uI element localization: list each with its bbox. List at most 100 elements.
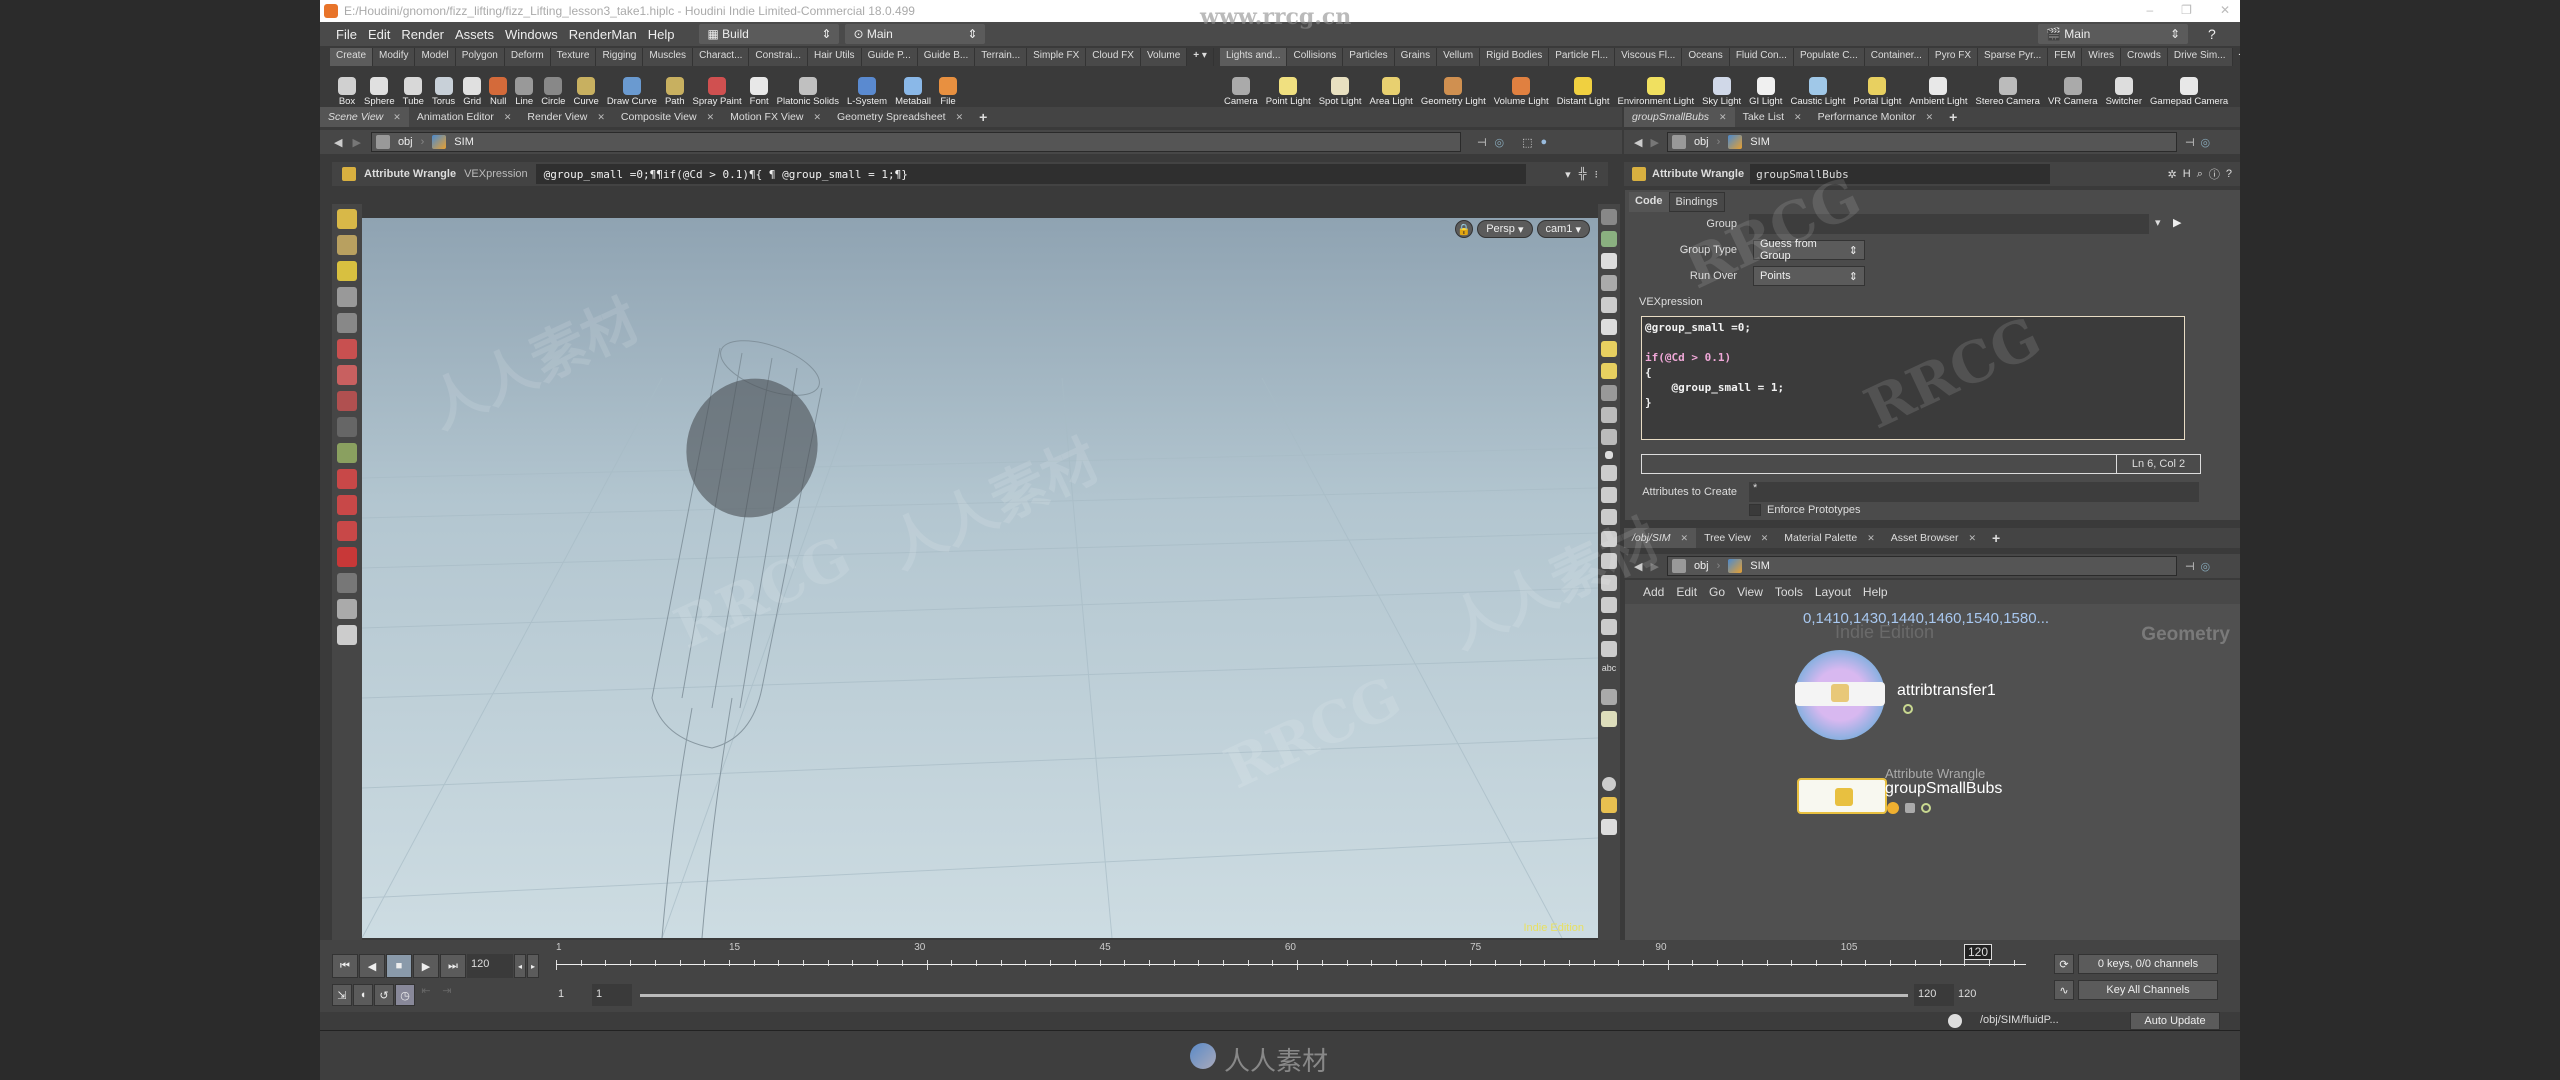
run-over-select[interactable]: Points ⇕ bbox=[1753, 266, 1865, 286]
shelf-tab[interactable]: Terrain... bbox=[975, 48, 1028, 66]
shelf-tool[interactable]: Draw Curve bbox=[603, 66, 661, 106]
grid-display-icon[interactable] bbox=[1601, 641, 1617, 657]
gear-icon[interactable]: ✲ bbox=[2168, 168, 2177, 181]
path-field[interactable]: obj › SIM bbox=[1666, 556, 2177, 576]
render-icon[interactable] bbox=[337, 625, 357, 645]
help-icon[interactable]: ? bbox=[2226, 168, 2232, 180]
help-h-icon[interactable]: H bbox=[2183, 168, 2191, 180]
shelf-tool[interactable]: Sky Light bbox=[1698, 66, 1745, 106]
add-shelf-tab-icon[interactable]: + ▾ bbox=[2232, 48, 2240, 66]
path-field[interactable]: obj › SIM bbox=[370, 132, 1461, 152]
stop-button[interactable]: ■ bbox=[386, 954, 412, 978]
network-menu-go[interactable]: Go bbox=[1709, 585, 1725, 599]
view-mode-button[interactable]: Persp ▾ bbox=[1477, 220, 1533, 238]
current-frame-marker[interactable]: 120 bbox=[1964, 944, 1993, 960]
shelf-tool[interactable]: Torus bbox=[428, 66, 459, 106]
pane-tab[interactable]: groupSmallBubs ✕ bbox=[1624, 107, 1735, 127]
vex-code-editor[interactable]: @group_small =0; if(@Cd > 0.1) { @group_sm… bbox=[1641, 316, 2185, 440]
shelf-tab[interactable]: Oceans bbox=[1682, 48, 1730, 66]
view-tool-icon[interactable] bbox=[337, 287, 357, 307]
wire-shaded-icon[interactable] bbox=[1601, 407, 1617, 423]
shelf-tab[interactable]: Rigid Bodies bbox=[1480, 48, 1550, 66]
shelf-tool[interactable]: Camera bbox=[1220, 66, 1262, 106]
snap-grid-icon[interactable] bbox=[337, 469, 357, 489]
prim-number-icon[interactable] bbox=[1601, 553, 1617, 569]
select-arrow-icon[interactable]: ▶ bbox=[2173, 216, 2181, 229]
range-end[interactable]: 120 bbox=[1958, 988, 1976, 1000]
vertex-display-icon[interactable] bbox=[1601, 487, 1617, 503]
maximize-button[interactable]: ❐ bbox=[2181, 3, 2192, 17]
handles-icon[interactable]: ⁝ bbox=[1595, 168, 1599, 181]
pane-tab[interactable]: Material Palette ✕ bbox=[1776, 528, 1883, 548]
pane-tab[interactable]: Performance Monitor ✕ bbox=[1810, 107, 1942, 127]
snap-point-icon[interactable] bbox=[337, 521, 357, 541]
path-field[interactable]: obj › SIM bbox=[1666, 132, 2177, 152]
shelf-tool[interactable]: Line bbox=[511, 66, 537, 106]
prim-normal-icon[interactable] bbox=[1601, 531, 1617, 547]
lock-icon[interactable] bbox=[337, 313, 357, 333]
vexpression-inline-field[interactable]: @group_small =0;¶¶if(@Cd > 0.1)¶{ ¶ @gro… bbox=[535, 164, 1526, 184]
pane-tab[interactable]: Tree View ✕ bbox=[1696, 528, 1776, 548]
key-mode-select[interactable]: Key All Channels bbox=[2078, 980, 2218, 1000]
shelf-tool[interactable]: Curve bbox=[569, 66, 602, 106]
shelf-tab[interactable]: Rigging bbox=[596, 48, 644, 66]
shelf-tab[interactable]: Vellum bbox=[1437, 48, 1481, 66]
lock-camera-icon[interactable]: 🔒 bbox=[1455, 220, 1474, 238]
step-forward-button[interactable]: ▸ bbox=[527, 954, 539, 978]
path-root[interactable]: obj bbox=[1694, 560, 1709, 572]
visibility-eye-icon[interactable] bbox=[1601, 819, 1617, 835]
shelf-tab[interactable]: Crowds bbox=[2120, 48, 2168, 66]
network-menu-add[interactable]: Add bbox=[1643, 585, 1664, 599]
profile-icon[interactable] bbox=[1601, 575, 1617, 591]
close-button[interactable]: ✕ bbox=[2220, 3, 2230, 17]
shelf-tool[interactable]: File bbox=[935, 66, 961, 106]
shelf-tab[interactable]: Grains bbox=[1394, 48, 1438, 66]
info-icon[interactable] bbox=[1602, 777, 1616, 791]
shelf-tab[interactable]: Volume bbox=[1140, 48, 1188, 66]
loop-icon[interactable]: ↺ bbox=[374, 984, 394, 1006]
path-node[interactable]: SIM bbox=[1750, 560, 1770, 572]
shelf-tab[interactable]: Fluid Con... bbox=[1729, 48, 1794, 66]
close-tab-icon[interactable]: ✕ bbox=[1761, 533, 1769, 544]
forward-arrow-icon[interactable]: ▶ bbox=[1650, 560, 1658, 573]
origin-icon[interactable] bbox=[1601, 619, 1617, 635]
group-field[interactable] bbox=[1749, 214, 2149, 234]
flipbook-icon[interactable] bbox=[1601, 711, 1617, 727]
take-select[interactable]: 🎬 Main ⇕ bbox=[2038, 24, 2188, 44]
shelf-tool[interactable]: Caustic Light bbox=[1786, 66, 1849, 106]
forward-arrow-icon[interactable]: ▶ bbox=[1650, 136, 1658, 149]
shelf-tool[interactable]: Circle bbox=[537, 66, 569, 106]
move-tool-icon[interactable] bbox=[337, 339, 357, 359]
attributes-to-create-field[interactable]: * bbox=[1749, 482, 2199, 502]
shelf-tab[interactable]: Particle Fl... bbox=[1549, 48, 1616, 66]
pane-tab[interactable]: Geometry Spreadsheet ✕ bbox=[829, 107, 971, 127]
shelf-tab[interactable]: Container... bbox=[1864, 48, 1929, 66]
close-tab-icon[interactable]: ✕ bbox=[597, 112, 605, 123]
pane-tab[interactable]: Motion FX View ✕ bbox=[722, 107, 829, 127]
help-icon[interactable]: ? bbox=[2208, 26, 2216, 42]
dropdown-icon[interactable]: ▾ bbox=[1565, 168, 1571, 181]
back-arrow-icon[interactable]: ◀ bbox=[1634, 560, 1642, 573]
menu-assets[interactable]: Assets bbox=[455, 27, 494, 42]
close-tab-icon[interactable]: ✕ bbox=[1719, 112, 1727, 123]
shelf-tab[interactable]: Deform bbox=[504, 48, 551, 66]
path-node[interactable]: SIM bbox=[1750, 136, 1770, 148]
shelf-tab[interactable]: Populate C... bbox=[1793, 48, 1865, 66]
shelf-tab[interactable]: Polygon bbox=[455, 48, 505, 66]
range-slider[interactable] bbox=[640, 994, 1908, 997]
add-tab-icon[interactable]: + bbox=[1941, 107, 1965, 127]
shelf-tool[interactable]: Portal Light bbox=[1849, 66, 1905, 106]
path-node[interactable]: SIM bbox=[454, 136, 474, 148]
shelf-tab[interactable]: Drive Sim... bbox=[2167, 48, 2233, 66]
pin-icon[interactable]: ⊣ bbox=[2185, 136, 2195, 149]
shelf-tab[interactable]: Guide B... bbox=[917, 48, 976, 66]
pane-tab[interactable]: Render View ✕ bbox=[519, 107, 612, 127]
pin-icon[interactable]: ⊣ bbox=[2185, 560, 2195, 573]
play-button[interactable]: ▶ bbox=[413, 954, 439, 978]
shelf-tab[interactable]: Pyro FX bbox=[1928, 48, 1979, 66]
close-tab-icon[interactable]: ✕ bbox=[1681, 533, 1689, 544]
group-type-select[interactable]: Guess from Group ⇕ bbox=[1753, 238, 1865, 262]
pane-tab[interactable]: Composite View ✕ bbox=[613, 107, 722, 127]
shelf-tool[interactable]: Sphere bbox=[360, 66, 399, 106]
shelf-tool[interactable]: L-System bbox=[843, 66, 891, 106]
